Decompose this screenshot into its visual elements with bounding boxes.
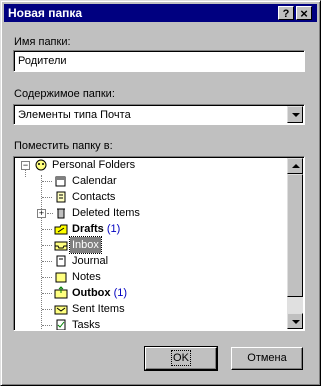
ok-button[interactable]: OK (144, 346, 218, 371)
folder-tree[interactable]: − + Personal Folders Calendar Contacts D… (13, 156, 305, 331)
folder-name-value: Родители (18, 55, 67, 67)
unread-count: (1) (113, 287, 128, 299)
tree-item-label: Calendar (72, 175, 117, 187)
dropdown-button[interactable] (287, 106, 303, 123)
arrow-up-icon (292, 164, 300, 168)
collapse-toggle[interactable]: − (21, 161, 30, 170)
new-folder-dialog: Новая папка ? × Имя папки: Родители Соде… (0, 0, 321, 386)
personal-folders-icon (35, 159, 47, 171)
unread-count: (1) (106, 223, 121, 235)
tree-item-label: Deleted Items (72, 207, 140, 219)
dialog-title: Новая папка (8, 6, 83, 20)
folder-contents-select[interactable]: Элементы типа Почта (13, 104, 305, 125)
scroll-down-button[interactable] (287, 313, 303, 329)
tree-item-label: Contacts (72, 191, 116, 203)
location-label: Поместить папку в: (14, 140, 113, 152)
cancel-button-label: Отмена (247, 352, 287, 364)
deleted-items-icon (57, 208, 65, 219)
drafts-icon (54, 224, 68, 235)
vertical-scrollbar[interactable] (287, 158, 303, 329)
tree-item-label: Tasks (72, 319, 101, 331)
tree-item-label: Personal Folders (52, 159, 136, 171)
cancel-button[interactable]: Отмена (231, 347, 303, 370)
folder-name-label: Имя папки: (14, 36, 71, 48)
tree-item-label: Inbox (69, 236, 102, 254)
chevron-down-icon (292, 113, 300, 117)
outbox-icon (54, 286, 68, 299)
contacts-icon (56, 191, 66, 203)
folder-contents-value: Элементы типа Почта (18, 109, 131, 121)
sent-items-icon (54, 305, 68, 315)
tasks-icon (56, 319, 66, 330)
tree-item-label: Notes (72, 271, 101, 283)
close-button[interactable]: × (296, 6, 312, 21)
scroll-thumb[interactable] (287, 174, 303, 297)
tree-item-label: Journal (72, 255, 109, 267)
tree-item-label: Drafts (72, 223, 104, 235)
title-bar: Новая папка ? × (4, 4, 317, 22)
scroll-up-button[interactable] (287, 158, 303, 174)
ok-button-label: OK (171, 350, 191, 366)
notes-icon (55, 272, 67, 283)
help-button[interactable]: ? (278, 6, 294, 20)
expand-toggle[interactable]: + (37, 209, 46, 218)
calendar-icon (55, 176, 66, 187)
folder-contents-label: Содержимое папки: (14, 88, 115, 100)
inbox-icon (54, 241, 68, 251)
tree-item-label: Outbox (72, 287, 111, 299)
journal-icon (56, 255, 66, 267)
tree-item-label: Sent Items (72, 303, 125, 315)
folder-name-input[interactable]: Родители (13, 50, 305, 72)
arrow-down-icon (292, 320, 300, 324)
